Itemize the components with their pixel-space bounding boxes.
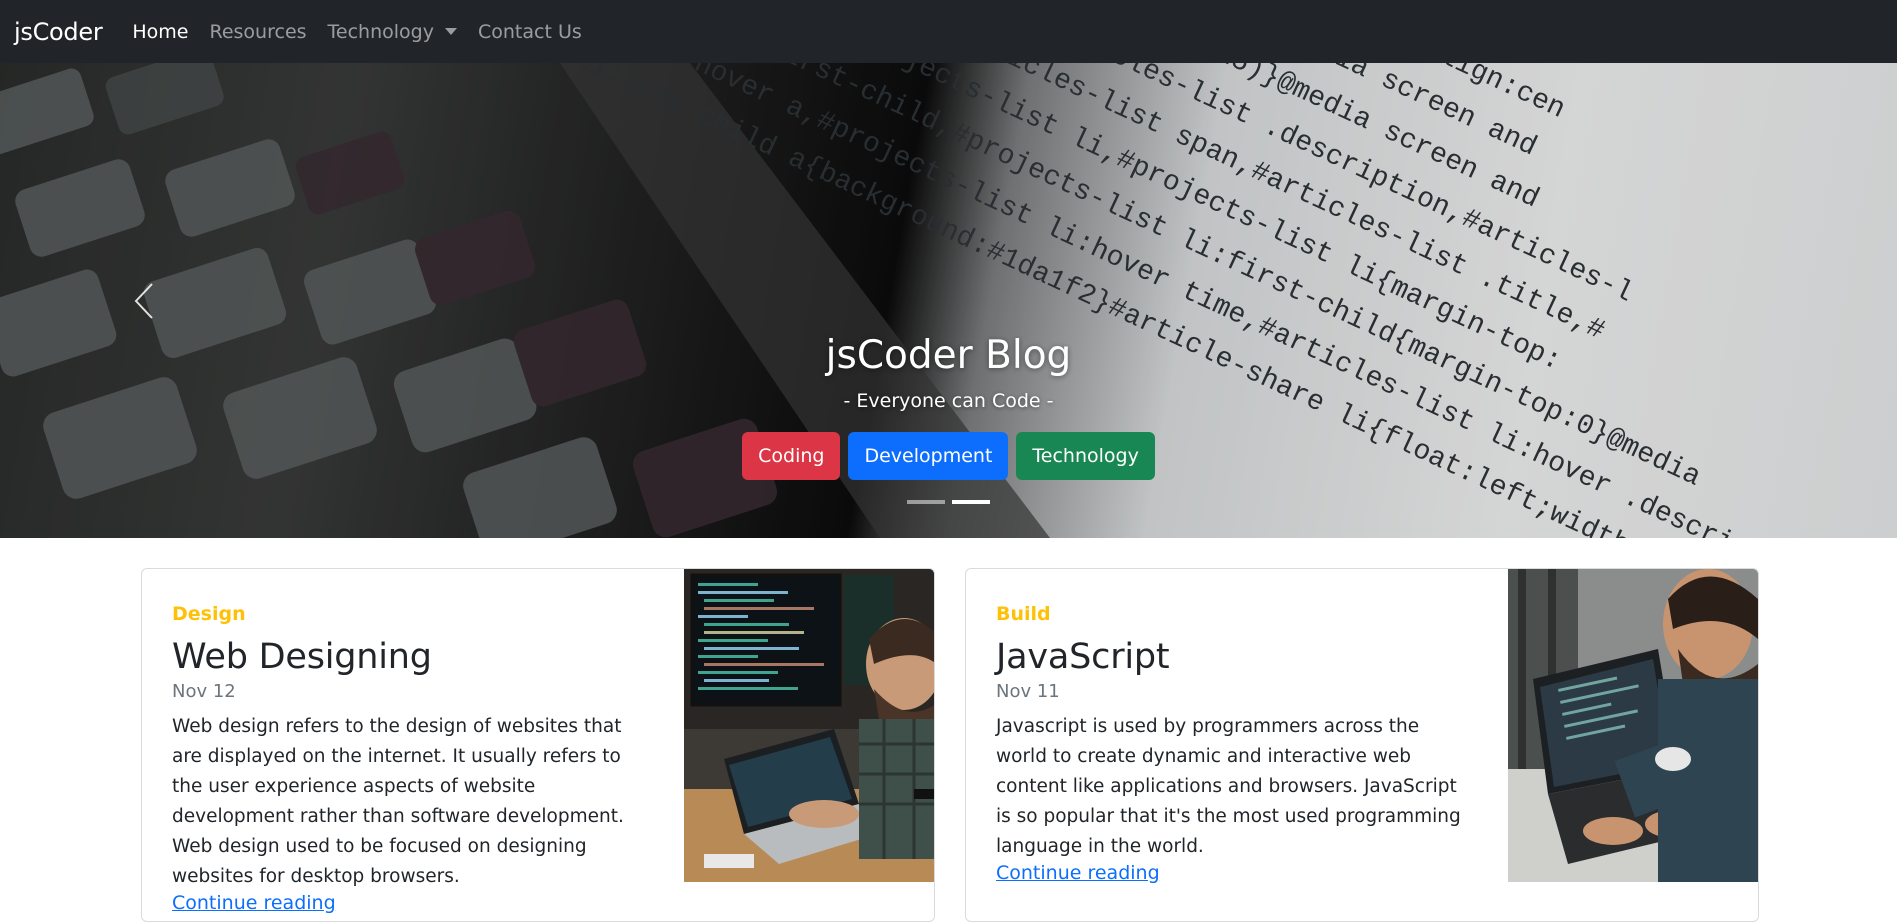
continue-reading-link[interactable]: Continue reading [172,892,336,914]
card-title: Web Designing [172,637,432,677]
hero-subtitle: - Everyone can Code - [843,390,1054,412]
coding-button[interactable]: Coding [742,432,841,480]
carousel-caption: jsCoder Blog - Everyone can Code - Codin… [0,333,1897,480]
hero-carousel: acing:0.1em;text-align:cen44vh 0 0 0}}@m… [0,63,1897,538]
card-category: Design [172,603,246,625]
carousel-prev-button[interactable] [120,273,168,329]
card-date: Nov 12 [172,681,236,702]
post-card-web-designing: Design Web Designing Nov 12 Web design r… [141,568,935,922]
card-body: Build JavaScript Nov 11 Javascript is us… [996,603,1466,884]
card-title: JavaScript [996,637,1170,677]
hero-title: jsCoder Blog [825,333,1072,378]
hero-button-group: Coding Development Technology [0,432,1897,480]
card-thumbnail-image [684,569,934,882]
card-thumbnail-image [1508,569,1758,882]
technology-button[interactable]: Technology [1016,432,1155,480]
card-date: Nov 11 [996,681,1060,702]
continue-reading-link[interactable]: Continue reading [996,862,1160,884]
chevron-left-icon [134,283,153,319]
nav-link-contact[interactable]: Contact Us [478,21,582,43]
carousel-indicator-1[interactable] [907,500,945,504]
card-body: Design Web Designing Nov 12 Web design r… [172,603,642,914]
card-category: Build [996,603,1051,625]
brand-link[interactable]: jsCoder [14,18,103,46]
carousel-indicator-2[interactable] [952,500,990,504]
carousel-indicators [0,500,1897,504]
nav-dropdown-technology[interactable]: Technology [328,21,457,43]
nav-link-resources[interactable]: Resources [210,21,307,43]
caret-down-icon [444,28,457,35]
navbar: jsCoder Home Resources Technology Contac… [0,0,1897,63]
post-card-javascript: Build JavaScript Nov 11 Javascript is us… [965,568,1759,922]
nav-dropdown-technology-label: Technology [327,20,434,43]
card-excerpt: Web design refers to the design of websi… [172,716,624,887]
nav-link-home[interactable]: Home [132,21,188,43]
card-excerpt: Javascript is used by programmers across… [996,716,1461,857]
development-button[interactable]: Development [848,432,1009,480]
